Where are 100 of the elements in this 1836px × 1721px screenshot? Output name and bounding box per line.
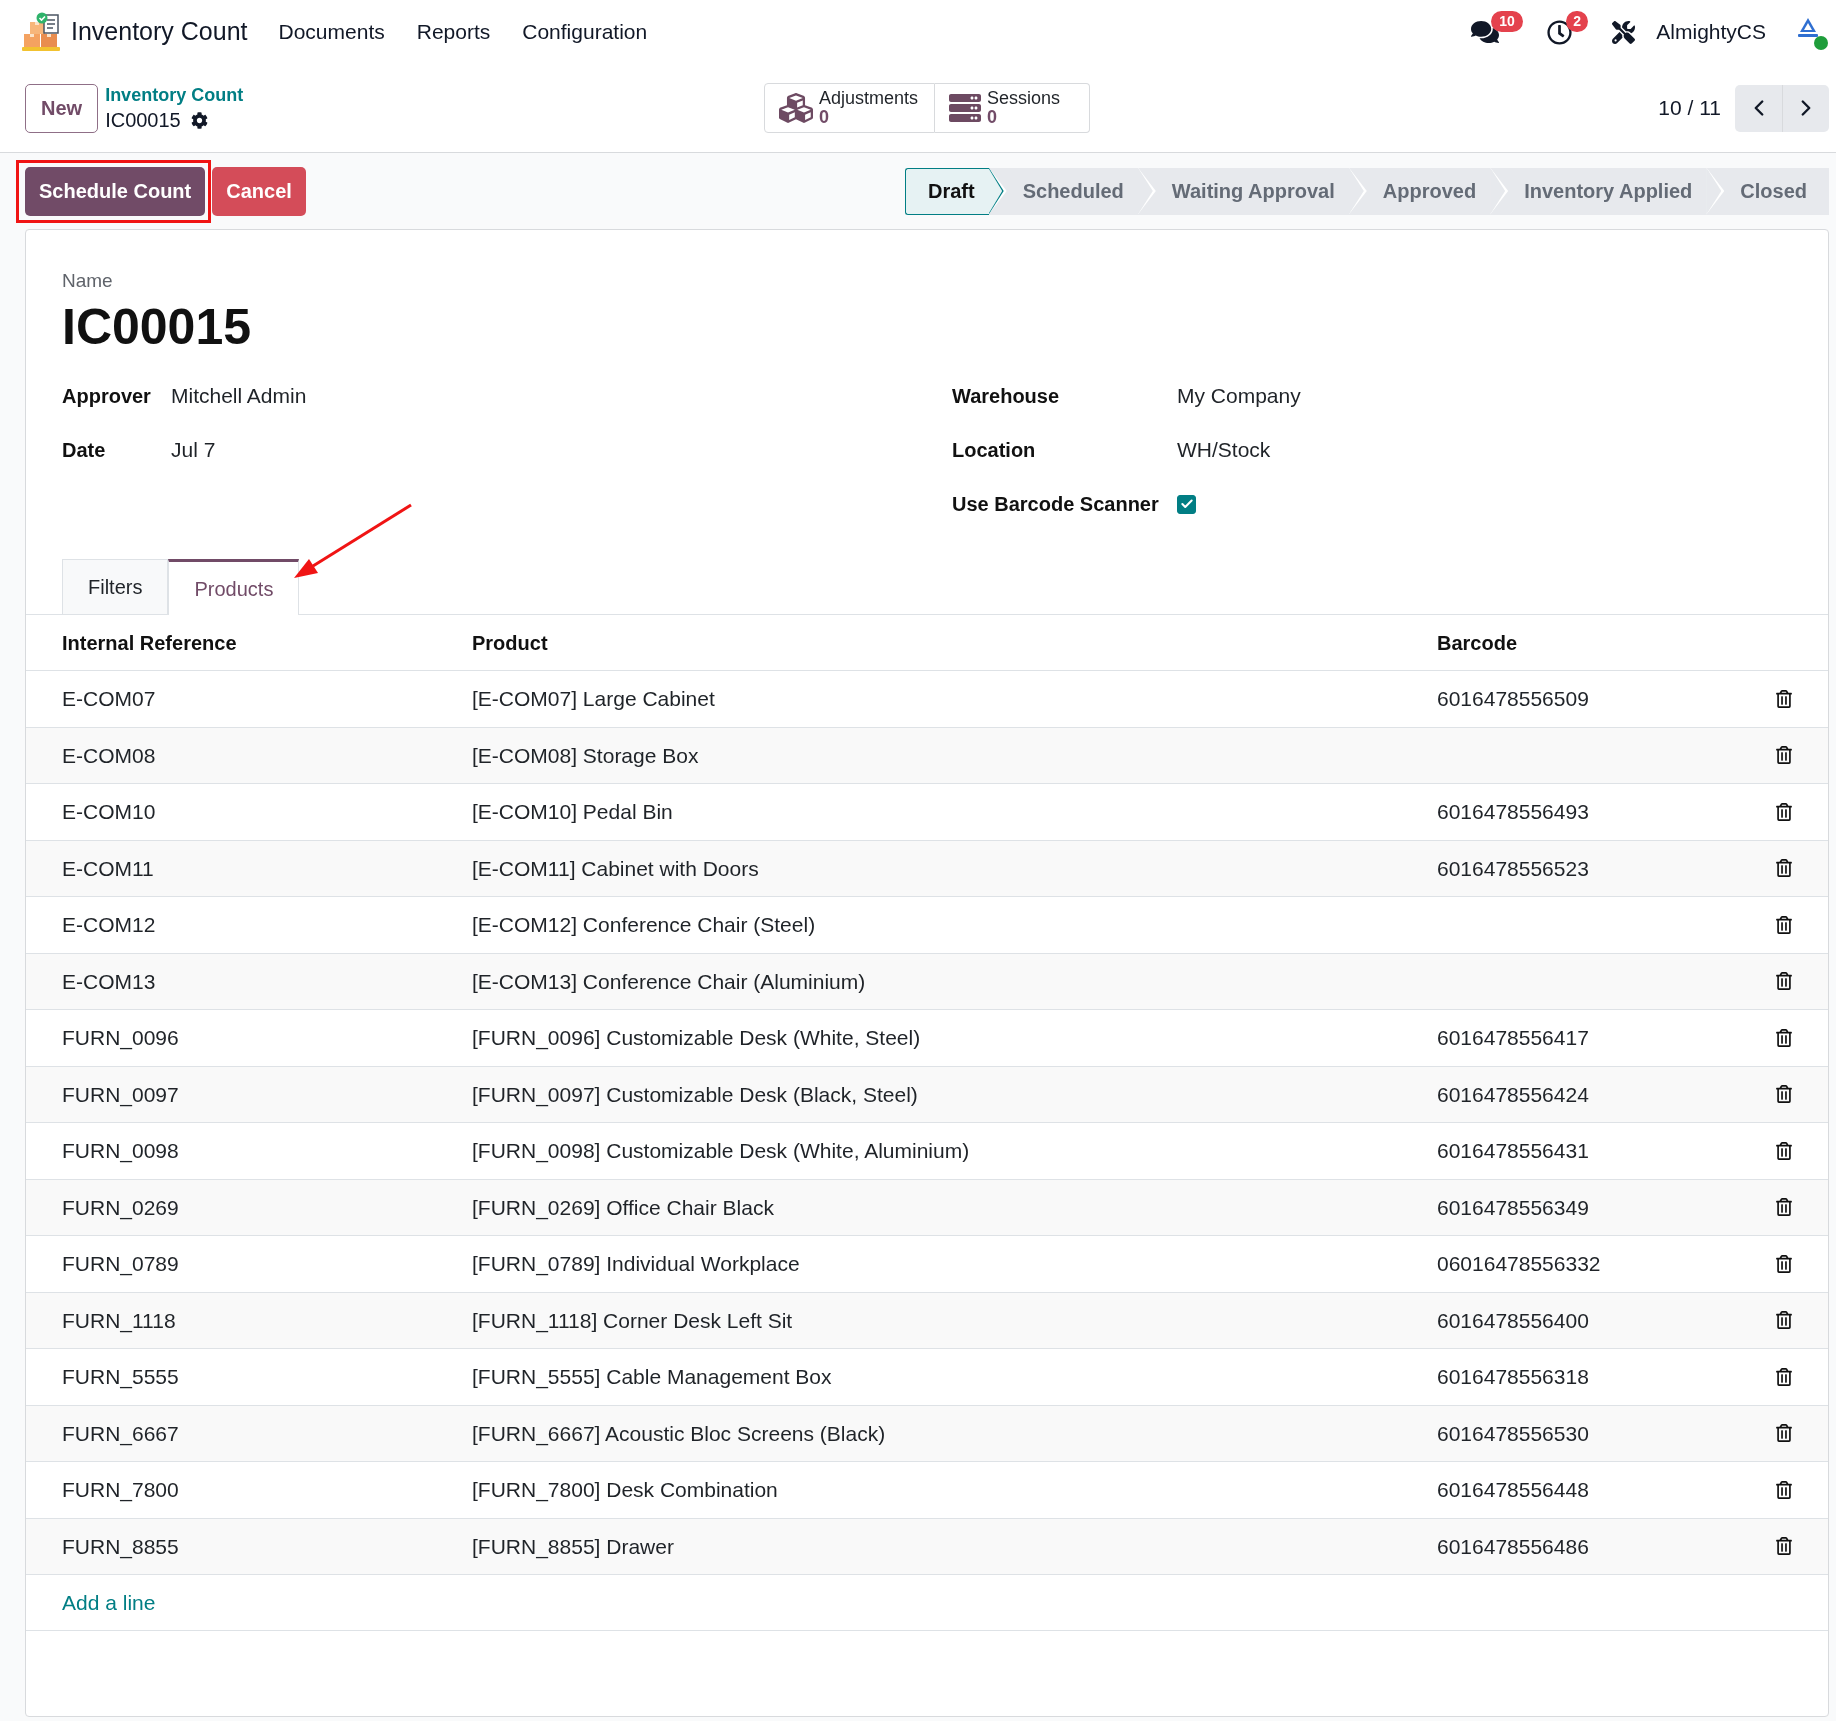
table-cell-text: E-COM10 xyxy=(61,799,157,825)
breadcrumb-current: IC00015 xyxy=(105,107,181,133)
table-cell-text: E-COM08 xyxy=(61,742,157,769)
user-name[interactable]: AlmightyCS xyxy=(1656,16,1766,48)
tab[interactable]: Products xyxy=(168,559,300,615)
table-cell-text: 06016478556332 xyxy=(1437,1251,1602,1277)
table-cell-text: [FURN_0097] Customizable Desk (Black, Steel) xyxy=(472,1081,919,1109)
table-cell-text: [E-COM07] Large Cabinet xyxy=(472,686,716,712)
table-cell-text: [E-COM10] Pedal Bin xyxy=(472,799,674,825)
table-row[interactable]: FURN_0269 [FURN_0269] Office Chair Black 6016478556349 xyxy=(26,1179,1828,1236)
record-title[interactable]: IC00015 xyxy=(62,295,252,359)
field-value[interactable]: Jul 7 xyxy=(171,434,216,466)
trash-icon[interactable] xyxy=(1775,1311,1793,1330)
field-label: Warehouse xyxy=(952,384,1061,409)
trash-icon[interactable] xyxy=(1775,689,1793,708)
table-row[interactable]: FURN_8855 [FURN_8855] Drawer 6016478556486 xyxy=(26,1518,1828,1575)
table-cell-text: [FURN_0096] Customizable Desk (White, Steel) xyxy=(472,1025,922,1052)
checkbox[interactable] xyxy=(1177,494,1196,514)
trash-icon[interactable] xyxy=(1775,802,1793,821)
table-cell-text: [FURN_0269] Office Chair Black xyxy=(472,1194,775,1222)
table-row[interactable]: E-COM11 [E-COM11] Cabinet with Doors 6016478556523 xyxy=(26,840,1828,897)
table-cell-text: 6016478556318 xyxy=(1437,1364,1590,1390)
menu-item[interactable]: Configuration xyxy=(506,16,664,48)
smart-button[interactable]: Sessions 0 xyxy=(935,83,1091,133)
new-button[interactable]: New xyxy=(25,83,99,133)
trash-icon[interactable] xyxy=(1775,1028,1793,1047)
trash-icon[interactable] xyxy=(1775,746,1793,765)
field-label: Use Barcode Scanner xyxy=(952,492,1160,517)
pager-value[interactable]: 10 / 11 xyxy=(1658,92,1721,124)
action-button[interactable]: Schedule Count xyxy=(25,166,206,216)
smart-button[interactable]: Adjustments 0 xyxy=(764,83,936,133)
table-row[interactable]: FURN_1118 [FURN_1118] Corner Desk Left Sit 6016478556400 xyxy=(26,1292,1828,1349)
trash-icon[interactable] xyxy=(1775,1367,1793,1386)
trash-icon[interactable] xyxy=(1775,1480,1793,1499)
trash-icon[interactable] xyxy=(1775,915,1793,934)
field-value[interactable]: Mitchell Admin xyxy=(171,380,307,412)
trash-icon[interactable] xyxy=(1775,1085,1793,1104)
cancel-button[interactable]: Cancel xyxy=(212,166,306,216)
activity-count-badge: 2 xyxy=(1566,11,1589,32)
status-step[interactable]: Closed xyxy=(1724,167,1829,215)
trash-icon[interactable] xyxy=(1775,1141,1793,1160)
field-value[interactable]: WH/Stock xyxy=(1177,434,1271,466)
table-cell-text: [FURN_0789] Individual Workplace xyxy=(472,1251,801,1278)
trash-icon[interactable] xyxy=(1775,1424,1793,1443)
field-label: Approver xyxy=(62,384,152,409)
table-cell-text: FURN_7800 xyxy=(61,1477,180,1504)
field-value[interactable]: My Company xyxy=(1177,380,1301,412)
menu-item[interactable]: Documents xyxy=(262,16,401,48)
table-cell-text: FURN_1118 xyxy=(61,1307,177,1335)
next-button[interactable] xyxy=(1782,84,1829,132)
table-cell-text: [FURN_7800] Desk Combination xyxy=(472,1477,779,1504)
message-count-badge: 10 xyxy=(1491,11,1523,32)
table-cell-text: [E-COM11] Cabinet with Doors xyxy=(472,855,760,882)
chat-icon xyxy=(1471,18,1500,46)
table-cell-text: [FURN_6667] Acoustic Bloc Screens (Black) xyxy=(472,1420,887,1448)
trash-icon[interactable] xyxy=(1775,972,1793,991)
table-cell-text: [E-COM08] Storage Box xyxy=(472,742,700,769)
tab[interactable]: Filters xyxy=(62,559,169,615)
check-icon xyxy=(1179,497,1194,511)
table-cell-text: 6016478556486 xyxy=(1437,1533,1590,1560)
table-cell-text: 6016478556417 xyxy=(1437,1025,1590,1051)
table-cell-text: FURN_5555 xyxy=(61,1364,180,1391)
table-cell-text: 6016478556424 xyxy=(1437,1081,1590,1108)
table-cell-text: FURN_0789 xyxy=(61,1251,180,1278)
table-cell-text: FURN_8855 xyxy=(61,1533,180,1561)
table-cell-text: FURN_0097 xyxy=(61,1081,180,1109)
messages-button[interactable]: 10 xyxy=(1461,0,1526,64)
settings-icon[interactable] xyxy=(190,111,208,129)
clock-icon xyxy=(1547,19,1573,45)
table-row[interactable]: E-COM08 [E-COM08] Storage Box xyxy=(26,727,1828,784)
table-cell-text: [E-COM12] Conference Chair (Steel) xyxy=(472,912,817,938)
table-cell-text: [FURN_1118] Corner Desk Left Sit xyxy=(472,1307,794,1335)
column-header[interactable]: Barcode xyxy=(1437,627,1740,658)
app-title[interactable]: Inventory Count xyxy=(71,13,248,51)
table-cell-text: 6016478556448 xyxy=(1437,1477,1590,1503)
activities-button[interactable]: 2 xyxy=(1537,0,1591,64)
table-cell-text: E-COM13 xyxy=(61,968,157,995)
table-cell-text: FURN_0096 xyxy=(61,1025,180,1052)
table-cell-text: [E-COM13] Conference Chair (Aluminium) xyxy=(472,968,867,995)
trash-icon[interactable] xyxy=(1775,1198,1793,1217)
column-header[interactable]: Product xyxy=(472,627,1437,658)
table-cell-text: E-COM12 xyxy=(61,912,157,938)
table-cell-text: 6016478556349 xyxy=(1437,1194,1590,1221)
trash-icon[interactable] xyxy=(1775,1537,1793,1556)
table-row[interactable]: FURN_0097 [FURN_0097] Customizable Desk (Black, Steel) 6016478556424 xyxy=(26,1066,1828,1123)
menu-item[interactable]: Reports xyxy=(400,16,507,48)
boxes-logo-icon xyxy=(22,12,60,52)
table-cell-text: [FURN_8855] Drawer xyxy=(472,1533,675,1561)
previous-button[interactable] xyxy=(1735,84,1782,132)
tools-icon xyxy=(1612,20,1636,44)
breadcrumb-link[interactable]: Inventory Count xyxy=(105,82,244,107)
add-line-link[interactable]: Add a line xyxy=(62,1586,156,1619)
cubes-icon xyxy=(779,91,813,125)
table-row[interactable]: FURN_6667 [FURN_6667] Acoustic Bloc Screens (Black) 6016478556530 xyxy=(26,1405,1828,1462)
table-row[interactable]: E-COM13 [E-COM13] Conference Chair (Aluminium) xyxy=(26,953,1828,1010)
trash-icon[interactable] xyxy=(1775,859,1793,878)
field-label: Location xyxy=(952,438,1037,463)
trash-icon[interactable] xyxy=(1775,1254,1793,1273)
column-header[interactable]: Internal Reference xyxy=(26,627,472,658)
table-cell-text: FURN_6667 xyxy=(61,1420,180,1448)
